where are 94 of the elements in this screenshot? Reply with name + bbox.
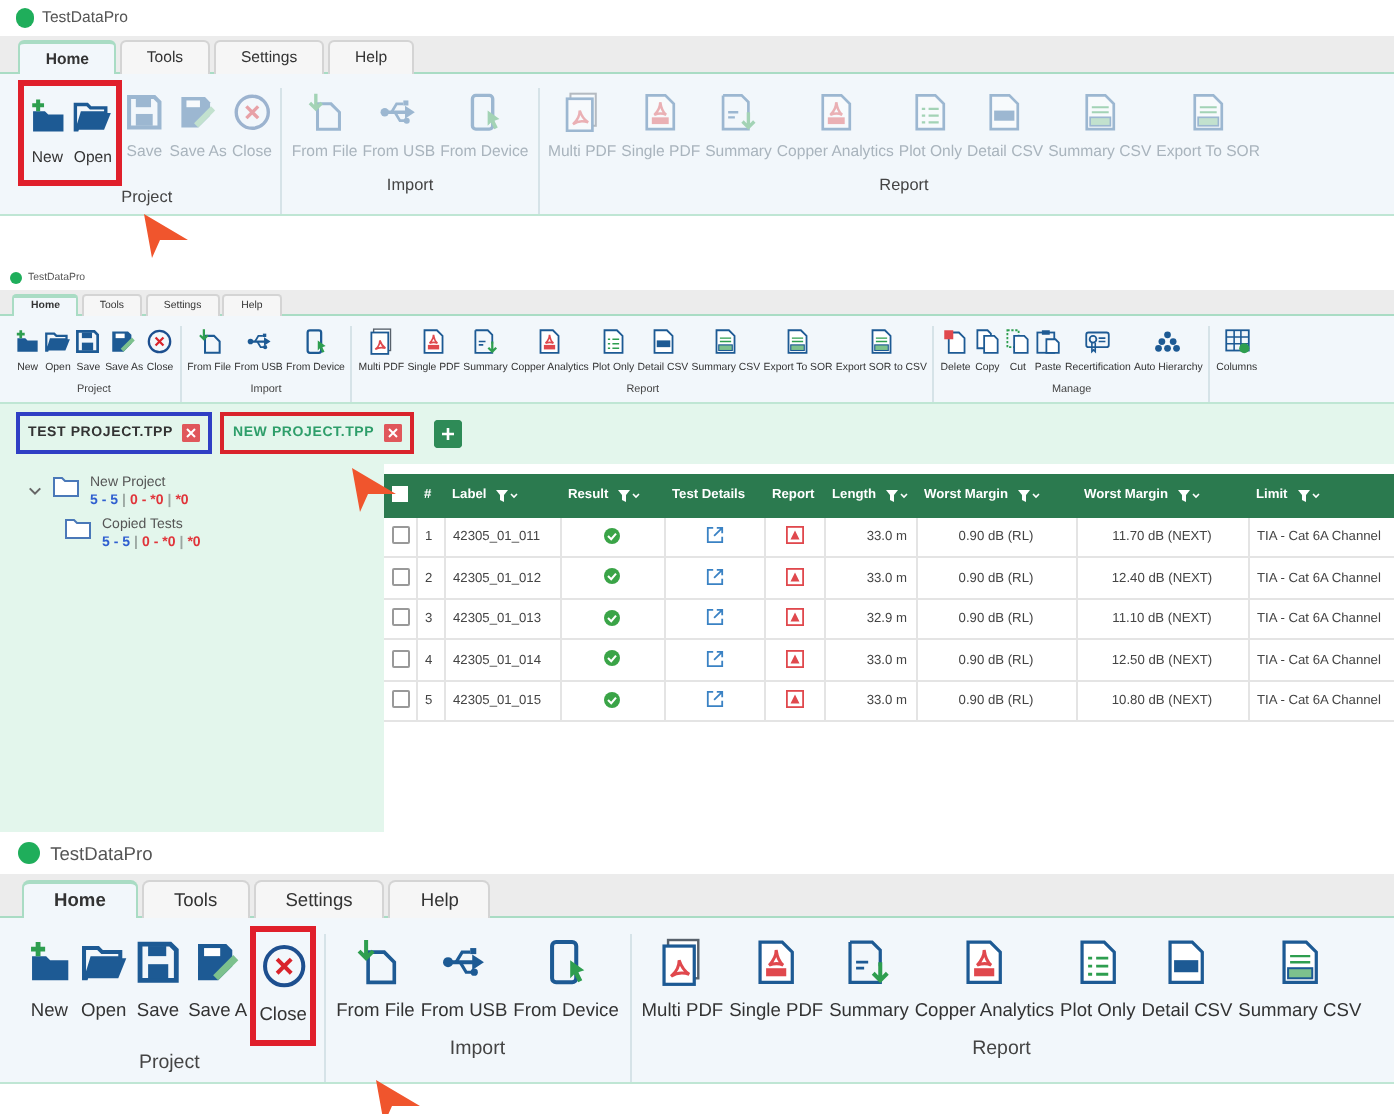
- filter-icon[interactable]: [1018, 489, 1041, 502]
- close-icon[interactable]: [384, 424, 403, 443]
- ribbon-button[interactable]: Summary: [826, 934, 912, 1026]
- external-link-icon[interactable]: [705, 608, 723, 627]
- save-pencil-icon: [177, 91, 219, 132]
- ribbon-button[interactable]: Open: [76, 934, 131, 1026]
- group-label: Project: [121, 186, 173, 211]
- tab[interactable]: Tools: [142, 880, 250, 919]
- save-pencil-icon: [110, 328, 138, 356]
- ribbon-button[interactable]: Multi PDF: [638, 934, 727, 1026]
- ribbon-button[interactable]: From USB: [417, 934, 511, 1026]
- folder-icon: [52, 475, 80, 498]
- checkbox[interactable]: [392, 526, 410, 545]
- report-icon[interactable]: [785, 649, 803, 668]
- pdf-document-icon: [536, 328, 564, 356]
- report-icon[interactable]: [785, 526, 803, 545]
- table-document-icon: [1187, 91, 1229, 132]
- ribbon-button[interactable]: Single PDF: [726, 934, 827, 1026]
- phone-icon: [301, 328, 329, 356]
- certificate-icon: [1084, 328, 1112, 356]
- report-icon[interactable]: [785, 567, 803, 586]
- ribbon-button[interactable]: Plot Only: [1057, 934, 1139, 1026]
- app-logo-icon: [18, 842, 41, 865]
- document-download-icon: [718, 91, 759, 132]
- filter-icon[interactable]: [1297, 489, 1320, 502]
- add-tab-icon[interactable]: [434, 419, 463, 448]
- tab[interactable]: Home: [22, 880, 138, 919]
- report-icon[interactable]: [785, 608, 803, 627]
- close-icon[interactable]: [182, 424, 201, 443]
- external-link-icon[interactable]: [705, 526, 723, 545]
- pdf-document-icon: [815, 91, 856, 132]
- filter-icon[interactable]: [496, 489, 519, 502]
- close-icon: [259, 942, 308, 992]
- folder-icon: [64, 517, 92, 540]
- group-label: Import: [449, 1035, 506, 1064]
- group-label: Project: [138, 1049, 200, 1078]
- table-document-icon: [784, 328, 812, 356]
- ribbon-button[interactable]: Save: [130, 934, 186, 1026]
- ribbon-button[interactable]: Copper Analytics: [911, 934, 1058, 1026]
- ribbon-button[interactable]: From File: [333, 934, 418, 1026]
- save-icon: [124, 91, 165, 132]
- tab[interactable]: Help: [388, 880, 491, 919]
- cut-icon: [1004, 328, 1032, 356]
- delete-document-icon: [942, 328, 970, 356]
- copy-icon: [973, 328, 1001, 356]
- hierarchy-icon: [1154, 328, 1182, 356]
- external-link-icon[interactable]: [705, 649, 723, 668]
- pdf-stack-icon: [561, 91, 603, 132]
- report-icon[interactable]: [785, 690, 803, 709]
- checkbox[interactable]: [392, 690, 410, 709]
- external-link-icon[interactable]: [705, 690, 723, 709]
- checkbox[interactable]: [392, 649, 410, 668]
- pdf-document-icon: [420, 328, 448, 356]
- checkbox[interactable]: [392, 608, 410, 627]
- grid-icon: [1223, 328, 1251, 356]
- tab[interactable]: Settings: [253, 880, 385, 919]
- table-document-icon: [649, 328, 677, 356]
- group-label: Report: [879, 173, 929, 198]
- file-import-icon: [195, 328, 223, 356]
- group-label: Report: [972, 1035, 1031, 1064]
- ribbon-button[interactable]: New: [22, 934, 77, 1026]
- pdf-document-icon: [640, 91, 681, 132]
- table-document-icon: [867, 328, 895, 356]
- list-document-icon: [910, 91, 951, 132]
- external-link-icon[interactable]: [705, 567, 723, 586]
- chevron-icon[interactable]: [28, 483, 42, 498]
- app-title: TestDataPro: [50, 843, 153, 864]
- new-folder-icon: [27, 95, 68, 137]
- ribbon-button[interactable]: Summary CSV: [1235, 934, 1365, 1026]
- filter-icon[interactable]: [1178, 489, 1201, 502]
- pdf-stack-icon: [367, 328, 395, 356]
- list-document-icon: [599, 328, 627, 356]
- folder-icon: [44, 328, 72, 356]
- app-logo-icon: [10, 271, 23, 285]
- save-icon: [74, 328, 102, 356]
- ribbon-button[interactable]: Close: [256, 939, 311, 1030]
- save-icon: [133, 938, 183, 988]
- checkbox[interactable]: [392, 567, 410, 586]
- table-document-icon: [712, 328, 740, 356]
- table-document-icon: [1079, 91, 1120, 132]
- group-label: Import: [386, 173, 434, 198]
- file-import-icon: [304, 91, 345, 132]
- document-download-icon: [844, 938, 894, 988]
- filter-icon[interactable]: [618, 489, 641, 502]
- close-icon: [146, 328, 174, 356]
- close-icon: [231, 91, 273, 132]
- ribbon-button[interactable]: From Device: [510, 934, 622, 1026]
- app-logo-icon: [15, 8, 35, 28]
- document-download-icon: [471, 328, 499, 356]
- filter-icon[interactable]: [885, 489, 908, 502]
- ribbon-button[interactable]: Save A: [185, 934, 251, 1026]
- clipboard-icon: [1034, 328, 1062, 356]
- ribbon-button[interactable]: Detail CSV: [1138, 934, 1236, 1026]
- new-folder-icon: [14, 328, 42, 356]
